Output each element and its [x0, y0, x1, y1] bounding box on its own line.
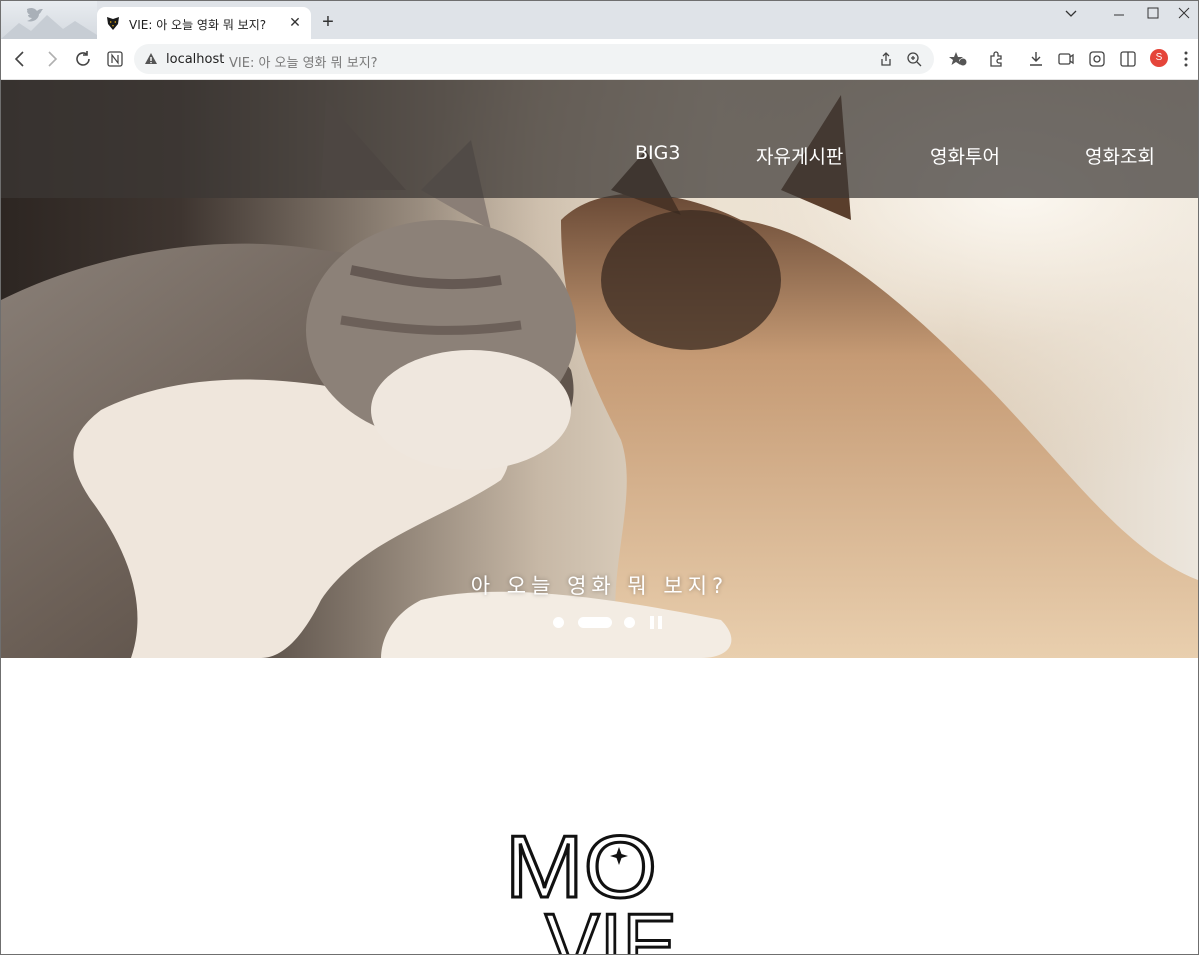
nav-item-movie-search[interactable]: 영화조회	[1085, 142, 1155, 169]
tab-title: VIE: 아 오늘 영화 뭐 보지?	[129, 18, 267, 32]
hero-caption: 아 오늘 영화 뭐 보지?	[470, 574, 729, 598]
menu-kebab-icon[interactable]	[1175, 48, 1197, 70]
minimize-icon[interactable]	[1104, 3, 1134, 25]
nav-item-free-board[interactable]: 자유게시판	[756, 142, 843, 169]
profile-avatar[interactable]: S	[1150, 49, 1168, 67]
nav-item-big3[interactable]: BIG3	[635, 142, 680, 164]
tab-strip: VIE: 아 오늘 영화 뭐 보지? ✕ +	[1, 1, 1198, 39]
active-tab[interactable]: VIE: 아 오늘 영화 뭐 보지? ✕	[97, 7, 311, 39]
logo-line-2: VIE	[545, 895, 677, 954]
reload-icon[interactable]	[72, 48, 94, 70]
extensions-icon[interactable]	[985, 48, 1007, 70]
main-navigation: BIG3 자유게시판 영화투어 영화조회	[1, 80, 1198, 198]
slider-dot-3[interactable]	[624, 617, 635, 628]
back-icon[interactable]	[9, 48, 31, 70]
slider-dot-1[interactable]	[553, 617, 564, 628]
slider-dot-2-active[interactable]	[578, 617, 612, 628]
nav-item-movie-tour[interactable]: 영화투어	[930, 142, 1000, 169]
tab-search-chevron-icon[interactable]	[1056, 3, 1086, 25]
close-tab-icon[interactable]: ✕	[287, 14, 303, 30]
notion-extension-icon[interactable]	[104, 48, 126, 70]
browser-toolbar: localhost VIE: 아 오늘 영화 뭐 보지? S	[1, 39, 1198, 80]
new-tab-icon[interactable]: +	[318, 12, 338, 33]
page-viewport: BIG3 자유게시판 영화투어 영화조회 아 오늘 영화 뭐 보지? MO VI…	[1, 80, 1198, 954]
maximize-icon[interactable]	[1138, 3, 1168, 25]
sidebar-icon[interactable]	[1117, 48, 1139, 70]
close-window-icon[interactable]	[1169, 3, 1199, 25]
download-icon[interactable]	[1025, 48, 1047, 70]
hero-slider: BIG3 자유게시판 영화투어 영화조회 아 오늘 영화 뭐 보지?	[1, 80, 1198, 658]
address-bar[interactable]: localhost VIE: 아 오늘 영화 뭐 보지?	[134, 44, 934, 74]
tab-strip-decoration	[1, 1, 97, 39]
pause-icon[interactable]	[649, 616, 663, 629]
lion-favicon-icon	[107, 17, 119, 30]
warning-icon[interactable]	[144, 52, 158, 66]
address-host: localhost	[166, 52, 225, 67]
screenshot-icon[interactable]	[1086, 48, 1108, 70]
share-icon[interactable]	[878, 51, 894, 67]
media-icon[interactable]	[1055, 48, 1077, 70]
forward-icon[interactable]	[41, 48, 63, 70]
zoom-icon[interactable]	[906, 51, 922, 67]
bookmark-star-icon[interactable]	[947, 48, 969, 70]
browser-window: VIE: 아 오늘 영화 뭐 보지? ✕ + localhost VIE: 아 …	[0, 0, 1199, 955]
address-page-title: VIE: 아 오늘 영화 뭐 보지?	[229, 56, 378, 71]
movie-logo: MO VIE	[505, 816, 679, 955]
